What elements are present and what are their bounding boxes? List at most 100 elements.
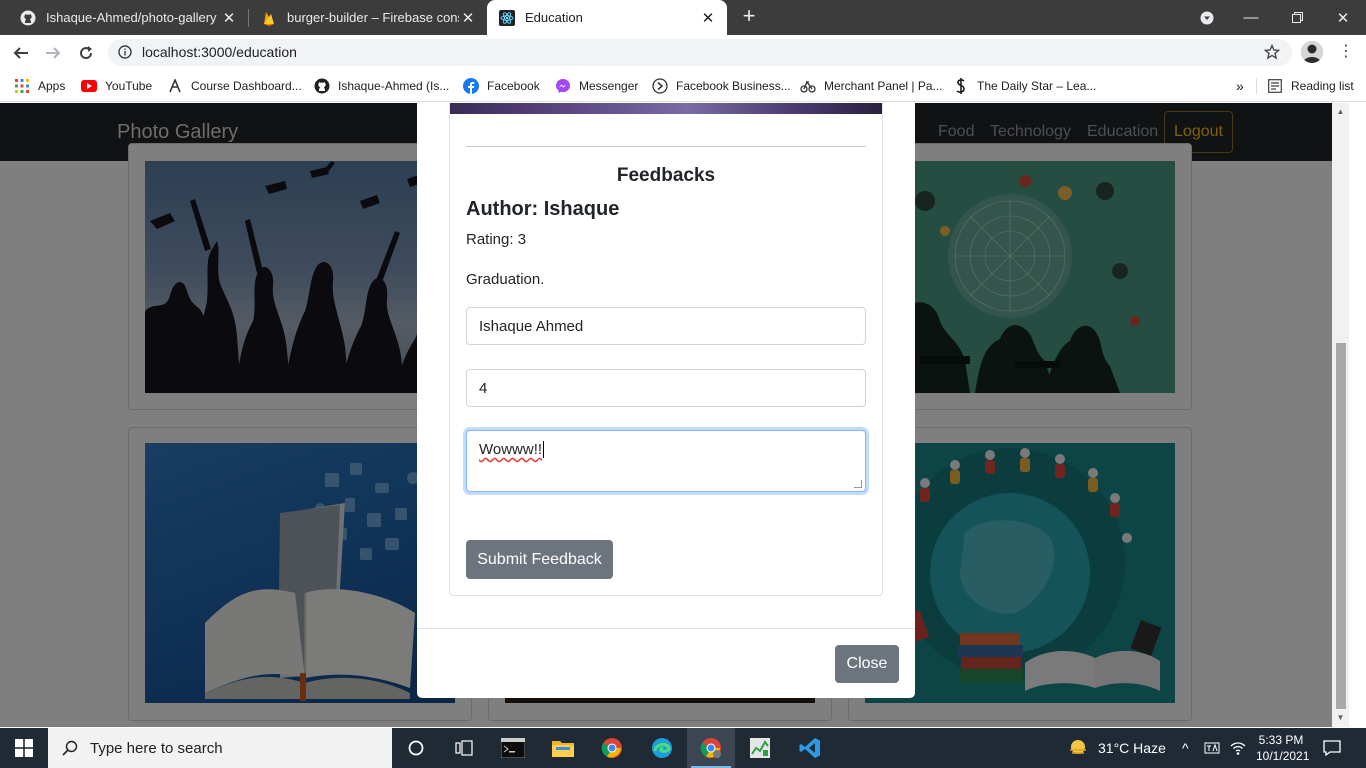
bookmark-label: Apps bbox=[38, 79, 66, 93]
tray-expand-icon[interactable]: ^ bbox=[1182, 740, 1189, 756]
star-bookmark-icon[interactable] bbox=[1264, 44, 1280, 60]
bookmark-merchant-panel[interactable]: Merchant Panel | Pa... bbox=[800, 70, 943, 102]
bookmark-messenger[interactable]: Messenger bbox=[555, 70, 638, 102]
tab-firebase[interactable]: burger-builder – Firebase console ✕ bbox=[249, 0, 487, 35]
tab-github[interactable]: Ishaque-Ahmed/photo-gallery ✕ bbox=[8, 0, 248, 35]
taskbar-vscode[interactable] bbox=[786, 728, 834, 768]
bookmark-divider bbox=[1256, 78, 1257, 94]
bookmark-facebook-business[interactable]: Facebook Business... bbox=[652, 70, 791, 102]
firebase-icon bbox=[261, 10, 277, 26]
back-button[interactable] bbox=[8, 40, 34, 66]
notifications-icon[interactable] bbox=[1322, 738, 1342, 763]
feedbacks-heading: Feedbacks bbox=[616, 165, 716, 186]
modal-footer-divider bbox=[417, 628, 915, 629]
tab-education[interactable]: Education ✕ bbox=[487, 0, 727, 35]
vscode-icon bbox=[799, 738, 820, 758]
restore-button[interactable] bbox=[1274, 0, 1320, 35]
bookmark-label: The Daily Star – Lea... bbox=[977, 79, 1097, 93]
clock-time: 5:33 PM bbox=[1258, 733, 1304, 747]
taskbar-file-explorer[interactable] bbox=[539, 728, 587, 768]
github-icon bbox=[20, 10, 36, 26]
task-manager-icon bbox=[750, 738, 770, 758]
taskbar-edge[interactable] bbox=[638, 728, 686, 768]
clock[interactable]: 5:33 PM 10/1/2021 bbox=[1256, 732, 1309, 764]
wifi-icon[interactable] bbox=[1230, 740, 1246, 761]
taskbar-search[interactable]: Type here to search bbox=[48, 728, 392, 768]
bookmark-course-dashboard[interactable]: Course Dashboard... bbox=[167, 70, 302, 102]
bookmark-apps[interactable]: Apps bbox=[14, 70, 65, 102]
bookmark-label: YouTube bbox=[105, 79, 153, 93]
bookmarks-bar: Apps YouTube Course Dashboard... Ishaque… bbox=[0, 70, 1366, 102]
chrome-icon bbox=[601, 738, 622, 758]
comment-value: Wowww!! bbox=[479, 441, 543, 458]
reload-icon bbox=[80, 46, 93, 60]
close-window-button[interactable]: ✕ bbox=[1320, 0, 1366, 35]
taskbar-terminal[interactable] bbox=[489, 728, 537, 768]
bookmark-daily-star[interactable]: The Daily Star – Lea... bbox=[953, 70, 1096, 102]
react-icon bbox=[499, 9, 515, 26]
bookmark-label: Messenger bbox=[579, 79, 639, 93]
github-icon bbox=[314, 78, 330, 94]
arrow-right-icon bbox=[46, 47, 61, 59]
taskbar-chrome-active[interactable] bbox=[687, 728, 735, 768]
avatar-icon bbox=[1301, 41, 1323, 63]
cortana-button[interactable] bbox=[392, 728, 440, 768]
weather-text: 31°C Haze bbox=[1098, 740, 1166, 756]
arrow-left-icon bbox=[13, 47, 28, 59]
feedback-modal: Feedbacks Author: Ishaque Rating: 3 Grad… bbox=[417, 103, 915, 698]
bookmark-label: Facebook bbox=[487, 79, 540, 93]
forward-button[interactable] bbox=[40, 40, 66, 66]
close-tab-icon[interactable]: ✕ bbox=[699, 9, 717, 27]
bookmark-youtube[interactable]: YouTube bbox=[81, 70, 152, 102]
bookmark-label: Merchant Panel | Pa... bbox=[824, 79, 943, 93]
restore-icon bbox=[1291, 12, 1303, 23]
reading-list-label: Reading list bbox=[1291, 79, 1354, 93]
taskbar-task-manager[interactable] bbox=[736, 728, 784, 768]
close-modal-button[interactable]: Close bbox=[835, 645, 899, 683]
submit-feedback-button[interactable]: Submit Feedback bbox=[466, 540, 613, 579]
tab-title: Education bbox=[525, 10, 583, 25]
folder-icon bbox=[552, 741, 574, 757]
close-tab-icon[interactable]: ✕ bbox=[459, 9, 477, 27]
divider bbox=[466, 146, 866, 147]
reading-list-icon bbox=[1267, 78, 1283, 94]
weather-widget[interactable]: 31°C Haze bbox=[1068, 728, 1166, 768]
reload-button[interactable] bbox=[73, 40, 99, 66]
bookmark-label: Course Dashboard... bbox=[191, 79, 302, 93]
merchant-icon bbox=[800, 78, 816, 94]
profile-avatar[interactable] bbox=[1301, 41, 1323, 63]
bookmark-github-profile[interactable]: Ishaque-Ahmed (Is... bbox=[314, 70, 449, 102]
rating-input[interactable]: 4 bbox=[466, 369, 866, 407]
business-icon bbox=[652, 78, 668, 94]
cortana-icon bbox=[408, 740, 424, 756]
browser-menu-button[interactable]: ⋮ bbox=[1338, 42, 1354, 62]
facebook-icon bbox=[463, 78, 479, 94]
comment-textarea[interactable]: Wowww!! bbox=[466, 430, 866, 492]
start-button[interactable] bbox=[0, 728, 48, 768]
task-view-button[interactable] bbox=[440, 728, 488, 768]
tab-title: burger-builder – Firebase console bbox=[287, 10, 459, 25]
youtube-icon bbox=[81, 78, 97, 94]
minimize-button[interactable]: — bbox=[1228, 0, 1274, 35]
browser-tab-bar: Ishaque-Ahmed/photo-gallery ✕ burger-bui… bbox=[0, 0, 1366, 35]
tab-search-button[interactable] bbox=[1184, 0, 1230, 35]
close-tab-icon[interactable]: ✕ bbox=[220, 9, 238, 27]
rating-value: 4 bbox=[479, 379, 488, 397]
feedback-author: Author: Ishaque bbox=[466, 198, 620, 220]
edge-icon bbox=[652, 738, 672, 758]
bookmark-facebook[interactable]: Facebook bbox=[463, 70, 540, 102]
scroll-down-arrow[interactable]: ▼ bbox=[1333, 711, 1348, 725]
new-tab-button[interactable]: + bbox=[737, 4, 761, 28]
apps-grid-icon bbox=[14, 78, 30, 94]
taskbar-chrome[interactable] bbox=[588, 728, 636, 768]
reading-list-button[interactable]: Reading list bbox=[1267, 70, 1354, 102]
scrollbar-thumb[interactable] bbox=[1336, 343, 1346, 709]
url-text[interactable]: localhost:3000/education bbox=[142, 44, 297, 60]
bookmarks-overflow-button[interactable]: » bbox=[1236, 70, 1244, 102]
resize-handle[interactable] bbox=[854, 480, 862, 488]
author-name-input[interactable]: Ishaque Ahmed bbox=[466, 307, 866, 345]
scroll-up-arrow[interactable]: ▲ bbox=[1333, 105, 1348, 119]
info-icon[interactable] bbox=[118, 45, 132, 59]
bookmark-label: Facebook Business... bbox=[676, 79, 791, 93]
language-icon[interactable] bbox=[1204, 740, 1220, 759]
